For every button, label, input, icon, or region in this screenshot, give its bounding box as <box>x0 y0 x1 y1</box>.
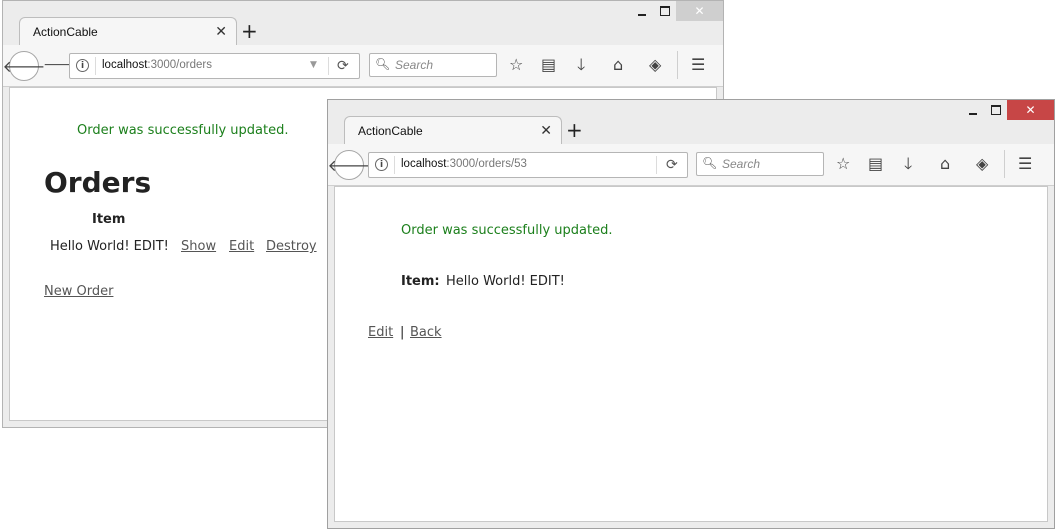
url-text[interactable]: localhost:3000/orders/53 <box>401 158 527 170</box>
arrow-left-icon: 🡐 <box>2 57 46 76</box>
minimize-button[interactable] <box>630 1 653 21</box>
edit-link[interactable]: Edit <box>368 325 393 340</box>
clipboard-icon[interactable]: ▤ <box>541 57 556 73</box>
pocket-icon[interactable]: ◈ <box>649 57 661 73</box>
toolbar-separator <box>1004 150 1005 178</box>
url-bar[interactable]: i localhost:3000/orders/53 ⟳ <box>368 152 688 178</box>
item-label: Item: <box>401 274 440 289</box>
table-header-item: Item <box>92 212 126 227</box>
star-icon[interactable]: ☆ <box>836 156 850 172</box>
back-button[interactable]: 🡐 <box>3 51 45 81</box>
download-icon[interactable]: 🡓 <box>904 156 912 172</box>
download-icon[interactable]: 🡓 <box>577 57 585 73</box>
reload-separator <box>328 57 329 75</box>
minimize-button[interactable] <box>961 100 984 120</box>
destroy-link[interactable]: Destroy <box>266 239 317 254</box>
maximize-button[interactable] <box>984 100 1007 120</box>
maximize-button[interactable] <box>653 1 676 21</box>
reload-separator <box>656 156 657 174</box>
url-text[interactable]: localhost:3000/orders <box>102 59 212 71</box>
star-icon[interactable]: ☆ <box>509 57 523 73</box>
tab-actioncable[interactable]: ActionCable ✕ <box>19 17 237 46</box>
show-link[interactable]: Show <box>181 239 216 254</box>
navigation-toolbar: 🡐 🡒 i localhost:3000/orders ▼ ⟳ 🔍︎ Searc… <box>3 45 723 87</box>
back-button[interactable]: 🡐 <box>328 150 370 180</box>
search-icon: 🔍︎ <box>375 57 391 71</box>
search-icon: 🔍︎ <box>702 156 718 170</box>
new-order-link[interactable]: New Order <box>44 284 113 299</box>
window-caption-buttons <box>961 100 1054 120</box>
chevron-down-icon[interactable]: ▼ <box>310 60 317 70</box>
search-placeholder: Search <box>722 157 761 171</box>
tab-title: ActionCable <box>33 25 98 39</box>
item-value: Hello World! EDIT! <box>446 274 565 289</box>
new-tab-button[interactable]: + <box>241 19 258 43</box>
clipboard-icon[interactable]: ▤ <box>868 156 883 172</box>
page-title: Orders <box>44 166 152 199</box>
home-icon[interactable]: ⌂ <box>940 156 950 172</box>
close-window-button[interactable] <box>1007 100 1054 120</box>
search-field[interactable]: 🔍︎ Search <box>369 53 497 77</box>
close-tab-icon[interactable]: ✕ <box>540 123 552 139</box>
home-icon[interactable]: ⌂ <box>613 57 623 73</box>
info-icon[interactable]: i <box>375 158 388 171</box>
info-icon[interactable]: i <box>76 59 89 72</box>
search-placeholder: Search <box>395 58 434 72</box>
navigation-toolbar: 🡐 i localhost:3000/orders/53 ⟳ 🔍︎ Search… <box>328 144 1054 186</box>
window-caption-buttons <box>630 1 723 21</box>
url-bar[interactable]: i localhost:3000/orders ▼ ⟳ <box>69 53 360 79</box>
flash-notice: Order was successfully updated. <box>401 223 613 238</box>
new-tab-button[interactable]: + <box>566 118 583 142</box>
hamburger-menu-icon[interactable]: ☰ <box>1018 156 1032 172</box>
pocket-icon[interactable]: ◈ <box>976 156 988 172</box>
page-content-order-show: Order was successfully updated. Item: He… <box>334 186 1048 522</box>
close-tab-icon[interactable]: ✕ <box>215 24 227 40</box>
browser-window-order-53: ActionCable ✕ + 🡐 i localhost:3000/order… <box>327 99 1055 529</box>
url-separator <box>394 156 395 174</box>
reload-icon[interactable]: ⟳ <box>337 58 349 74</box>
tab-title: ActionCable <box>358 124 423 138</box>
link-separator: | <box>400 325 405 340</box>
table-cell-item: Hello World! EDIT! <box>50 239 169 254</box>
hamburger-menu-icon[interactable]: ☰ <box>691 57 705 73</box>
url-separator <box>95 57 96 75</box>
arrow-left-icon: 🡐 <box>327 156 371 175</box>
flash-notice: Order was successfully updated. <box>77 123 289 138</box>
toolbar-separator <box>677 51 678 79</box>
edit-link[interactable]: Edit <box>229 239 254 254</box>
close-window-button[interactable] <box>676 1 723 21</box>
search-field[interactable]: 🔍︎ Search <box>696 152 824 176</box>
back-link[interactable]: Back <box>410 325 442 340</box>
tab-actioncable[interactable]: ActionCable ✕ <box>344 116 562 145</box>
reload-icon[interactable]: ⟳ <box>666 157 678 173</box>
